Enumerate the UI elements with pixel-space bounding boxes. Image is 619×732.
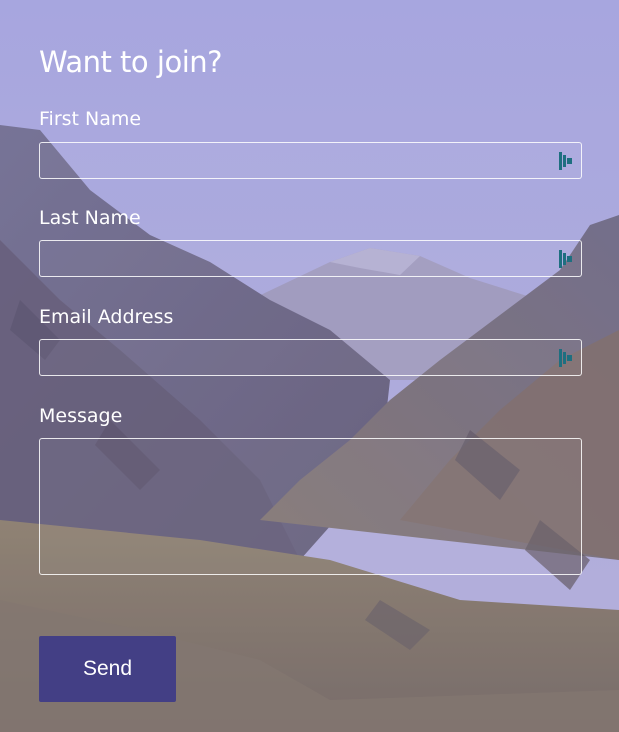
last-name-input[interactable] bbox=[40, 241, 581, 276]
email-address-label: Email Address bbox=[39, 306, 174, 328]
first-name-field-wrap bbox=[39, 142, 582, 179]
first-name-input[interactable] bbox=[40, 143, 581, 178]
first-name-label: First Name bbox=[39, 108, 142, 130]
email-field-wrap bbox=[39, 339, 582, 376]
autofill-key-icon[interactable] bbox=[559, 349, 573, 367]
form-title: Want to join? bbox=[39, 45, 223, 79]
message-label: Message bbox=[39, 405, 123, 427]
send-button[interactable]: Send bbox=[39, 636, 176, 702]
join-form-page: Want to join? First Name Last Name Email… bbox=[0, 0, 619, 732]
message-field-wrap bbox=[39, 438, 582, 575]
join-form: Want to join? First Name Last Name Email… bbox=[39, 44, 582, 575]
message-textarea[interactable] bbox=[40, 439, 581, 574]
last-name-label: Last Name bbox=[39, 207, 141, 229]
last-name-field-wrap bbox=[39, 240, 582, 277]
autofill-key-icon[interactable] bbox=[559, 250, 573, 268]
autofill-key-icon[interactable] bbox=[559, 152, 573, 170]
email-address-input[interactable] bbox=[40, 340, 581, 375]
